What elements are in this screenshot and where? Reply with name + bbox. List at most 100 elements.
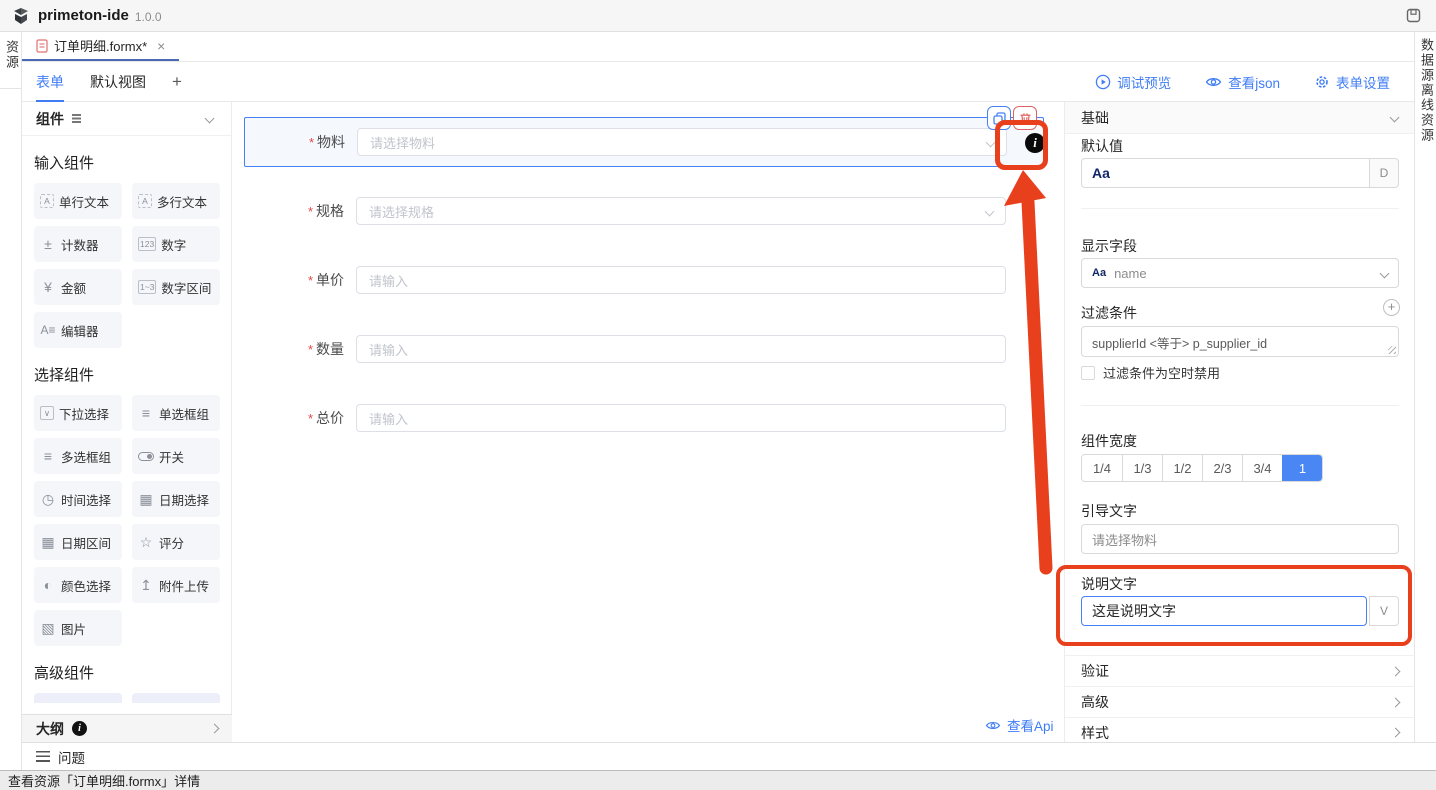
number-range-icon: 1~3 bbox=[138, 280, 156, 295]
status-text[interactable]: 查看资源「订单明细.formx」详情 bbox=[8, 771, 200, 790]
switch-icon bbox=[138, 452, 154, 461]
field-row-spec: *规格 请选择规格 bbox=[244, 197, 1006, 225]
component-checkbox-group[interactable]: ≡多选框组 bbox=[34, 438, 122, 474]
section-advanced-components: 高级组件 bbox=[34, 662, 231, 683]
component-label: 附件上传 bbox=[159, 576, 209, 595]
filter-condition-label: 过滤条件 bbox=[1081, 303, 1137, 323]
currency-icon: ¥ bbox=[40, 280, 56, 294]
component-image[interactable]: ▧图片 bbox=[34, 610, 122, 646]
rail-datasource-tab[interactable]: 数据源 bbox=[1415, 38, 1436, 83]
tab-close-icon[interactable]: × bbox=[157, 38, 165, 54]
width-option-1-4[interactable]: 1/4 bbox=[1082, 455, 1122, 481]
default-value-type-button[interactable]: D bbox=[1369, 158, 1399, 188]
component-counter[interactable]: ±计数器 bbox=[34, 226, 122, 262]
component-number[interactable]: 123数字 bbox=[132, 226, 220, 262]
tab-order-detail-formx[interactable]: 订单明细.formx* × bbox=[22, 32, 179, 61]
components-panel-header[interactable]: 组件 bbox=[22, 102, 231, 136]
total-price-input[interactable]: 请输入 bbox=[356, 404, 1006, 432]
component-label: 单选框组 bbox=[159, 404, 209, 423]
help-text-value: 这是说明文字 bbox=[1092, 601, 1176, 621]
field-label: *单价 bbox=[244, 270, 356, 290]
clock-icon: ◷ bbox=[40, 492, 56, 506]
rail-offline-resources-tab[interactable]: 离线资源 bbox=[1415, 83, 1436, 143]
component-textarea[interactable]: A多行文本 bbox=[132, 183, 220, 219]
outline-bar[interactable]: 大纲 i bbox=[22, 714, 232, 742]
component-radio-group[interactable]: ≡单选框组 bbox=[132, 395, 220, 431]
component-select[interactable]: ∨下拉选择 bbox=[34, 395, 122, 431]
width-option-2-3[interactable]: 2/3 bbox=[1202, 455, 1242, 481]
props-section-basic[interactable]: 基础 bbox=[1065, 102, 1414, 134]
quantity-input[interactable]: 请输入 bbox=[356, 335, 1006, 363]
component-text[interactable]: A单行文本 bbox=[34, 183, 122, 219]
help-text-input[interactable]: 这是说明文字 bbox=[1081, 596, 1367, 626]
palette-icon: ◐ bbox=[40, 578, 56, 592]
component-time-picker[interactable]: ◷时间选择 bbox=[34, 481, 122, 517]
component-switch[interactable]: 开关 bbox=[132, 438, 220, 474]
component-label: 多选框组 bbox=[61, 447, 111, 466]
component-label: 金额 bbox=[61, 278, 86, 297]
add-filter-button[interactable]: + bbox=[1383, 299, 1400, 316]
component-upload[interactable]: ↥附件上传 bbox=[132, 567, 220, 603]
width-option-1-3[interactable]: 1/3 bbox=[1122, 455, 1162, 481]
component-label: 编辑器 bbox=[61, 321, 99, 340]
material-select[interactable]: 请选择物料 bbox=[357, 128, 1007, 156]
component-rating[interactable]: ☆评分 bbox=[132, 524, 220, 560]
display-field-value: name bbox=[1114, 266, 1147, 281]
component-number-range[interactable]: 1~3数字区间 bbox=[132, 269, 220, 305]
width-option-3-4[interactable]: 3/4 bbox=[1242, 455, 1282, 481]
guide-text-input[interactable]: 请选择物料 bbox=[1081, 524, 1399, 554]
component-editor[interactable]: A≡编辑器 bbox=[34, 312, 122, 348]
props-section-validation[interactable]: 验证 bbox=[1065, 655, 1415, 686]
chevron-down-icon[interactable] bbox=[205, 114, 215, 124]
save-button[interactable] bbox=[1402, 5, 1424, 27]
chevron-down-icon bbox=[1380, 268, 1390, 278]
default-value-input[interactable]: Aa bbox=[1081, 158, 1369, 188]
tab-form[interactable]: 表单 bbox=[36, 62, 64, 102]
view-api-link[interactable]: 查看Api bbox=[985, 715, 1054, 735]
component-date-range[interactable]: ▦日期区间 bbox=[34, 524, 122, 560]
add-view-button[interactable]: + bbox=[172, 72, 182, 92]
help-info-badge[interactable]: i bbox=[1025, 133, 1045, 153]
tab-default-view[interactable]: 默认视图 bbox=[90, 62, 146, 102]
debug-preview-button[interactable]: 调试预览 bbox=[1095, 72, 1171, 92]
rail-resources-tab[interactable]: 资源 bbox=[0, 40, 21, 70]
filter-condition-textarea[interactable]: supplierId <等于> p_supplier_id bbox=[1081, 326, 1399, 357]
chevron-right-icon[interactable] bbox=[210, 724, 220, 734]
component-stub[interactable] bbox=[132, 693, 220, 703]
display-field-select[interactable]: Aa name bbox=[1081, 258, 1399, 288]
selected-component-material[interactable]: *物料 请选择物料 i bbox=[244, 117, 1044, 167]
app-logo-icon bbox=[12, 7, 30, 25]
component-currency[interactable]: ¥ 金额 bbox=[34, 269, 122, 305]
outline-label: 大纲 bbox=[36, 719, 64, 739]
help-text-variable-button[interactable]: V bbox=[1369, 596, 1399, 626]
form-canvas: *物料 请选择物料 i *规格 请选择规格 *单价 bbox=[232, 102, 1064, 742]
field-row-unit-price: *单价 请输入 bbox=[244, 266, 1006, 294]
spec-select[interactable]: 请选择规格 bbox=[356, 197, 1006, 225]
select-placeholder: 请选择物料 bbox=[370, 133, 435, 152]
component-date-picker[interactable]: ▦日期选择 bbox=[132, 481, 220, 517]
resize-handle[interactable] bbox=[1388, 346, 1396, 354]
problems-bar[interactable]: 问题 bbox=[22, 742, 1436, 770]
chevron-down-icon[interactable] bbox=[1390, 113, 1400, 123]
text-icon: A bbox=[40, 194, 54, 209]
select-placeholder: 请选择规格 bbox=[369, 202, 434, 221]
checkbox[interactable] bbox=[1081, 366, 1095, 380]
delete-component-button[interactable] bbox=[1013, 106, 1037, 130]
view-json-button[interactable]: 查看json bbox=[1205, 72, 1280, 92]
field-label: *总价 bbox=[244, 408, 356, 428]
chevron-right-icon bbox=[1391, 666, 1401, 676]
component-stub[interactable] bbox=[34, 693, 122, 703]
copy-component-button[interactable] bbox=[987, 106, 1011, 130]
form-settings-button[interactable]: 表单设置 bbox=[1314, 72, 1390, 92]
unit-price-input[interactable]: 请输入 bbox=[356, 266, 1006, 294]
component-width-label: 组件宽度 bbox=[1081, 431, 1137, 451]
component-label: 下拉选择 bbox=[59, 404, 109, 423]
form-settings-label: 表单设置 bbox=[1336, 72, 1390, 92]
calendar-range-icon: ▦ bbox=[40, 535, 56, 549]
divider bbox=[1081, 405, 1399, 406]
width-option-1-2[interactable]: 1/2 bbox=[1162, 455, 1202, 481]
width-option-1[interactable]: 1 bbox=[1282, 455, 1322, 481]
component-color-picker[interactable]: ◐颜色选择 bbox=[34, 567, 122, 603]
props-section-advanced[interactable]: 高级 bbox=[1065, 686, 1415, 717]
input-placeholder: 请输入 bbox=[369, 409, 408, 428]
